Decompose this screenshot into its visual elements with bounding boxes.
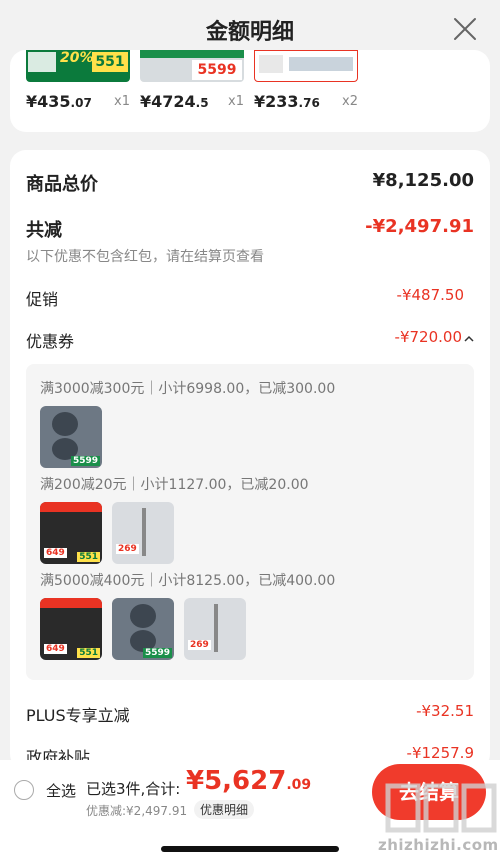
coupon-rule-1: 满3000减300元｜小计6998.00，已减300.00 [40, 381, 336, 397]
washer-drum [130, 604, 156, 628]
coupon-row[interactable]: 优惠券 -¥720.00 [26, 328, 474, 352]
selected-summary: 已选3件,合计: [86, 780, 181, 798]
product-image [289, 57, 353, 71]
product-price-tag: 551 [92, 52, 128, 72]
discount-summary: 优惠减:¥2,497.91 [86, 804, 188, 818]
thumb-banner [40, 502, 102, 512]
price-detail-card: 商品总价 ¥8,125.00 共减 -¥2,497.91 以下优惠不包含红包，请… [10, 150, 490, 770]
coupon-label: 优惠券 [26, 332, 75, 351]
product-thumb-3[interactable] [254, 50, 358, 82]
checkout-button[interactable]: 去结算 [372, 764, 486, 820]
reduce-row: 共减 -¥2,497.91 [26, 216, 474, 242]
vacuum-shaft [214, 604, 218, 652]
total-amount: ¥5,627.09 [186, 766, 312, 796]
coupon-rule-3: 满5000减400元｜小计8125.00，已减400.00 [40, 573, 336, 589]
close-icon[interactable] [452, 16, 478, 42]
coupon-value: -¥720.00 [394, 328, 462, 346]
promo-value: -¥487.50 [396, 286, 464, 304]
thumb-price-tag: 5599 [142, 648, 172, 658]
select-all-radio[interactable] [14, 780, 34, 800]
watermark-text: zhizhizhi.com [378, 836, 499, 854]
thumb-banner [40, 598, 102, 608]
discount-note: 以下优惠不包含红包，请在结算页查看 [26, 249, 264, 265]
product-price-3: ¥233.76 [254, 92, 320, 111]
product-thumb-2[interactable]: 5599 [140, 50, 244, 82]
coupon-breakdown: 满3000减300元｜小计6998.00，已减300.00 5599 满200减… [26, 364, 474, 680]
thumb-price-tag: 5599 [70, 456, 100, 466]
discount-detail-link[interactable]: 优惠明细 [194, 800, 255, 819]
promo-row[interactable]: 促销 -¥487.50 [26, 286, 474, 310]
product-price-2: ¥4724.5 [140, 92, 209, 111]
product-thumb-stove[interactable]: 649 551 [40, 598, 102, 660]
product-thumb-stove[interactable]: 649 551 [40, 502, 102, 564]
discount-badge: 20% [60, 50, 94, 66]
product-thumb-washer[interactable]: 5599 [112, 598, 174, 660]
thumb-price-tag-2: 551 [77, 648, 100, 658]
plus-value: -¥32.51 [416, 702, 474, 720]
home-indicator[interactable] [161, 846, 339, 852]
select-all-label[interactable]: 全选 [46, 780, 76, 801]
product-summary-card: 20% 551 5599 ¥435.07 x1 ¥4724.5 x1 ¥233.… [10, 50, 490, 132]
product-price-1: ¥435.07 [26, 92, 92, 111]
plus-label: PLUS专享立减 [26, 706, 130, 725]
thumb-price-tag: 269 [116, 544, 139, 554]
total-row: 商品总价 ¥8,125.00 [26, 170, 474, 196]
total-label: 商品总价 [26, 174, 98, 195]
reduce-value: -¥2,497.91 [365, 216, 474, 237]
total-value: ¥8,125.00 [372, 170, 474, 191]
reduce-label: 共减 [26, 220, 62, 241]
vacuum-shaft [142, 508, 146, 556]
product-thumb-1[interactable]: 20% 551 [26, 50, 130, 82]
thumb-price-tag: 649 [44, 548, 67, 558]
note-row: 以下优惠不包含红包，请在结算页查看 [26, 246, 474, 266]
product-image [259, 55, 283, 73]
page-title: 金额明细 [205, 20, 294, 45]
product-qty-3: x2 [342, 94, 358, 109]
product-qty-2: x1 [228, 94, 244, 109]
thumb-price-tag: 269 [188, 640, 211, 650]
product-image [28, 52, 56, 72]
thumb-price-tag-2: 551 [77, 552, 100, 562]
washer-drum [52, 412, 78, 436]
product-thumb-washer[interactable]: 5599 [40, 406, 102, 468]
promo-label: 促销 [26, 290, 59, 309]
product-qty-1: x1 [114, 94, 130, 109]
product-thumb-vacuum[interactable]: 269 [184, 598, 246, 660]
thumb-price-tag: 649 [44, 644, 67, 654]
plus-row: PLUS专享立减 -¥32.51 [26, 702, 474, 726]
product-banner [140, 50, 244, 58]
coupon-rule-2: 满200减20元｜小计1127.00，已减20.00 [40, 477, 309, 493]
chevron-up-icon[interactable] [464, 334, 474, 344]
product-price-tag: 5599 [192, 60, 242, 80]
product-thumb-vacuum[interactable]: 269 [112, 502, 174, 564]
